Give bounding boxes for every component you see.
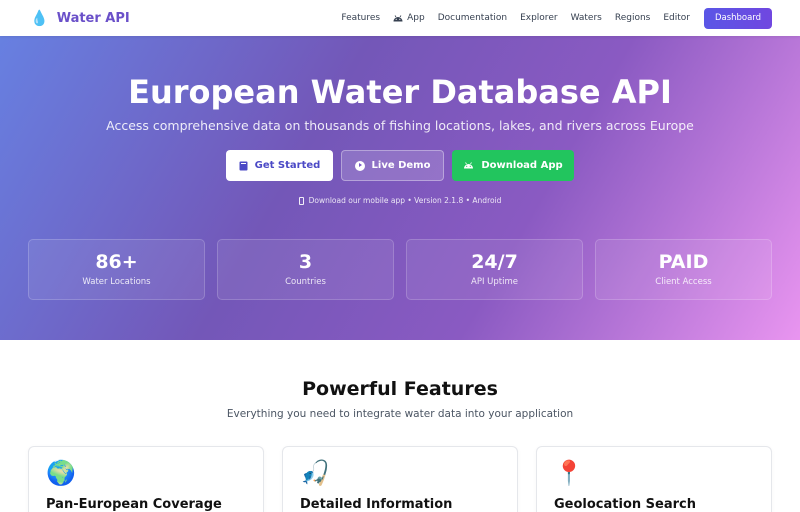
nav-links: Features App Documentation Explorer Wate… [341, 13, 690, 23]
nav-link-explorer[interactable]: Explorer [520, 13, 557, 23]
stat-card: 86+ Water Locations [28, 239, 205, 300]
feature-card: 🎣 Detailed Information [282, 446, 518, 512]
stat-value: 86+ [95, 251, 138, 273]
live-demo-button[interactable]: Live Demo [341, 150, 444, 181]
features-title: Powerful Features [302, 378, 498, 400]
download-app-label: Download App [481, 160, 563, 171]
stat-value: 3 [298, 251, 313, 273]
fishing-pole-icon: 🎣 [300, 459, 330, 487]
stat-label: API Uptime [471, 277, 518, 287]
nav-link-app-label: App [407, 13, 425, 23]
stat-label: Water Locations [82, 277, 151, 287]
stats-row: 86+ Water Locations 3 Countries 24/7 API… [28, 239, 772, 300]
hero-buttons: Get Started Live Demo Download App [0, 150, 800, 181]
stat-label: Countries [285, 277, 326, 287]
dashboard-button[interactable]: Dashboard [704, 7, 772, 29]
hero-section: European Water Database API Access compr… [0, 36, 800, 340]
hero-title: European Water Database API [128, 73, 672, 111]
brand[interactable]: 💧 Water API [30, 8, 130, 27]
android-icon [463, 162, 474, 169]
water-drop-icon: 💧 [30, 8, 49, 27]
stat-card: 24/7 API Uptime [406, 239, 583, 300]
nav-link-waters[interactable]: Waters [571, 13, 602, 23]
feature-card-title: Geolocation Search [554, 497, 696, 512]
hero-subtitle: Access comprehensive data on thousands o… [106, 118, 694, 133]
globe-icon: 🌍 [46, 459, 76, 487]
pin-icon: 📍 [554, 459, 584, 487]
nav-link-documentation[interactable]: Documentation [438, 13, 507, 23]
android-icon [393, 14, 403, 22]
stat-card: 3 Countries [217, 239, 394, 300]
get-started-label: Get Started [254, 160, 321, 171]
nav-link-features[interactable]: Features [341, 13, 380, 23]
nav-link-app[interactable]: App [393, 13, 425, 23]
feature-card-title: Detailed Information [300, 497, 453, 512]
play-icon [354, 160, 365, 171]
stat-card: PAID Client Access [595, 239, 772, 300]
mobile-app-note: Download our mobile app • Version 2.1.8 … [0, 196, 800, 205]
mobile-app-note-text: Download our mobile app • Version 2.1.8 … [308, 196, 502, 205]
stat-label: Client Access [655, 277, 712, 287]
top-navbar: 💧 Water API Features App Documentation E… [0, 0, 800, 36]
live-demo-label: Live Demo [371, 160, 431, 171]
get-started-button[interactable]: Get Started [226, 150, 333, 181]
stat-value: PAID [658, 251, 709, 273]
features-subtitle: Everything you need to integrate water d… [226, 408, 574, 420]
phone-icon [298, 196, 304, 205]
feature-cards: 🌍 Pan-European Coverage 🎣 Detailed Infor… [28, 446, 772, 512]
feature-card: 🌍 Pan-European Coverage [28, 446, 264, 512]
feature-card: 📍 Geolocation Search [536, 446, 772, 512]
book-icon [239, 161, 248, 171]
nav-link-editor[interactable]: Editor [663, 13, 690, 23]
feature-card-title: Pan-European Coverage [46, 497, 222, 512]
nav-link-regions[interactable]: Regions [615, 13, 651, 23]
stat-value: 24/7 [471, 251, 518, 273]
download-app-button[interactable]: Download App [452, 150, 574, 181]
brand-name: Water API [56, 10, 130, 26]
